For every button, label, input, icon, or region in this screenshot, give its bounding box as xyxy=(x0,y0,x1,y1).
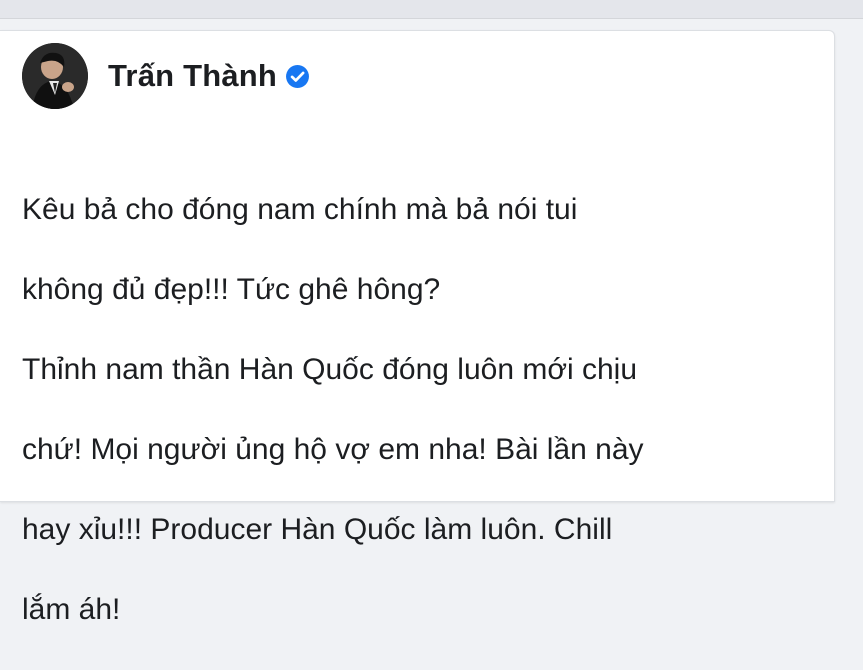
post-text-line: Kêu bả cho đóng nam chính mà bả nói tui xyxy=(22,193,578,226)
author-name-row: Trấn Thành xyxy=(108,58,310,94)
top-strip xyxy=(0,0,863,19)
post-header: Trấn Thành xyxy=(22,43,310,109)
post-text-line: Thỉnh nam thần Hàn Quốc đóng luôn mới ch… xyxy=(22,353,638,386)
author-name[interactable]: Trấn Thành xyxy=(108,58,277,94)
post-text-line: lắm áh! xyxy=(22,593,121,626)
post-text-line: không đủ đẹp!!! Tức ghê hông? xyxy=(22,273,441,306)
verified-check-icon xyxy=(286,64,310,88)
avatar-image xyxy=(22,43,88,109)
avatar[interactable] xyxy=(22,43,88,109)
post-text: Kêu bả cho đóng nam chính mà bả nói tui … xyxy=(22,150,822,670)
post-text-line: hay xỉu!!! Producer Hàn Quốc làm luôn. C… xyxy=(22,513,613,546)
post-text-line: chứ! Mọi người ủng hộ vợ em nha! Bài lần… xyxy=(22,433,644,466)
